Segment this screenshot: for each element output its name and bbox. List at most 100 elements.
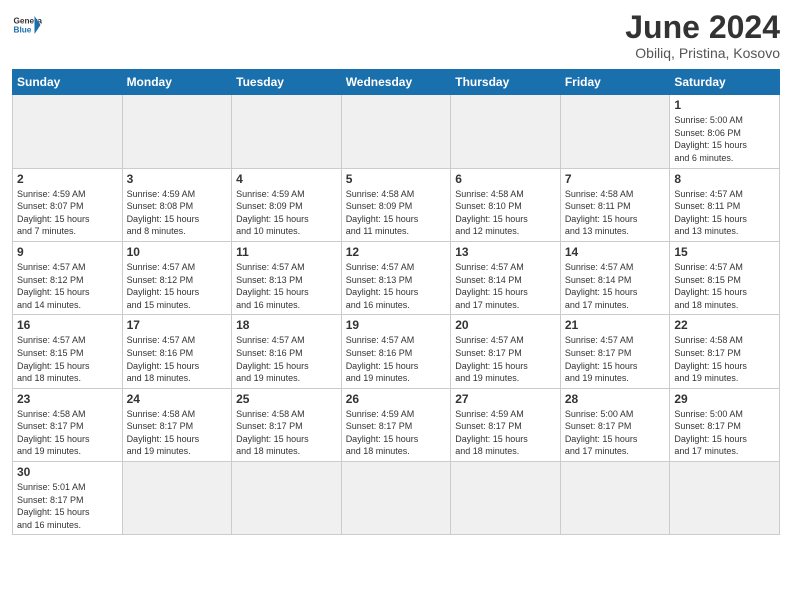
- day-number: 4: [236, 172, 337, 186]
- day-number: 13: [455, 245, 556, 259]
- day-info: Sunrise: 4:59 AM Sunset: 8:08 PM Dayligh…: [127, 188, 228, 238]
- calendar-cell: 12 Sunrise: 4:57 AM Sunset: 8:13 PM Dayli…: [341, 241, 451, 314]
- day-number: 18: [236, 318, 337, 332]
- calendar-cell: 10 Sunrise: 4:57 AM Sunset: 8:12 PM Dayli…: [122, 241, 232, 314]
- weekday-header-monday: Monday: [122, 70, 232, 95]
- weekday-header-thursday: Thursday: [451, 70, 561, 95]
- calendar-cell: 23 Sunrise: 4:58 AM Sunset: 8:17 PM Dayli…: [13, 388, 123, 461]
- weekday-header-saturday: Saturday: [670, 70, 780, 95]
- day-number: 10: [127, 245, 228, 259]
- day-number: 19: [346, 318, 447, 332]
- day-info: Sunrise: 4:59 AM Sunset: 8:07 PM Dayligh…: [17, 188, 118, 238]
- day-number: 27: [455, 392, 556, 406]
- day-number: 15: [674, 245, 775, 259]
- week-row-2: 2 Sunrise: 4:59 AM Sunset: 8:07 PM Daylig…: [13, 168, 780, 241]
- calendar-cell: [451, 462, 561, 535]
- calendar-cell: 21 Sunrise: 4:57 AM Sunset: 8:17 PM Dayli…: [560, 315, 670, 388]
- day-info: Sunrise: 4:57 AM Sunset: 8:14 PM Dayligh…: [565, 261, 666, 311]
- calendar-cell: [451, 95, 561, 168]
- day-number: 30: [17, 465, 118, 479]
- calendar-cell: 29Sunrise: 5:00 AM Sunset: 8:17 PM Dayli…: [670, 388, 780, 461]
- day-info: Sunrise: 4:57 AM Sunset: 8:11 PM Dayligh…: [674, 188, 775, 238]
- calendar-cell: [232, 95, 342, 168]
- day-number: 21: [565, 318, 666, 332]
- day-info: Sunrise: 4:57 AM Sunset: 8:12 PM Dayligh…: [127, 261, 228, 311]
- day-number: 25: [236, 392, 337, 406]
- svg-text:Blue: Blue: [14, 26, 32, 35]
- day-number: 5: [346, 172, 447, 186]
- day-info: Sunrise: 4:58 AM Sunset: 8:17 PM Dayligh…: [17, 408, 118, 458]
- week-row-1: 1 Sunrise: 5:00 AM Sunset: 8:06 PM Daylig…: [13, 95, 780, 168]
- week-row-5: 23 Sunrise: 4:58 AM Sunset: 8:17 PM Dayli…: [13, 388, 780, 461]
- day-number: 7: [565, 172, 666, 186]
- calendar-cell: 27 Sunrise: 4:59 AM Sunset: 8:17 PM Dayli…: [451, 388, 561, 461]
- day-info: Sunrise: 4:57 AM Sunset: 8:12 PM Dayligh…: [17, 261, 118, 311]
- day-number: 28: [565, 392, 666, 406]
- day-info: Sunrise: 4:57 AM Sunset: 8:17 PM Dayligh…: [565, 334, 666, 384]
- calendar-cell: [122, 95, 232, 168]
- calendar-title: June 2024: [625, 10, 780, 45]
- day-number: 14: [565, 245, 666, 259]
- page-header: General Blue June 2024 Obiliq, Pristina,…: [12, 10, 780, 61]
- day-info: Sunrise: 4:57 AM Sunset: 8:16 PM Dayligh…: [127, 334, 228, 384]
- calendar-cell: [232, 462, 342, 535]
- calendar-cell: 6Sunrise: 4:58 AM Sunset: 8:10 PM Daylig…: [451, 168, 561, 241]
- day-info: Sunrise: 4:58 AM Sunset: 8:17 PM Dayligh…: [674, 334, 775, 384]
- day-info: Sunrise: 4:59 AM Sunset: 8:09 PM Dayligh…: [236, 188, 337, 238]
- calendar-cell: [341, 462, 451, 535]
- day-info: Sunrise: 4:59 AM Sunset: 8:17 PM Dayligh…: [455, 408, 556, 458]
- day-info: Sunrise: 5:01 AM Sunset: 8:17 PM Dayligh…: [17, 481, 118, 531]
- calendar-cell: 28 Sunrise: 5:00 AM Sunset: 8:17 PM Dayli…: [560, 388, 670, 461]
- calendar-cell: 11Sunrise: 4:57 AM Sunset: 8:13 PM Dayli…: [232, 241, 342, 314]
- logo-icon: General Blue: [12, 10, 42, 40]
- calendar-cell: 9 Sunrise: 4:57 AM Sunset: 8:12 PM Daylig…: [13, 241, 123, 314]
- calendar-subtitle: Obiliq, Pristina, Kosovo: [625, 45, 780, 61]
- day-number: 9: [17, 245, 118, 259]
- day-number: 2: [17, 172, 118, 186]
- weekday-header-wednesday: Wednesday: [341, 70, 451, 95]
- day-number: 29: [674, 392, 775, 406]
- day-number: 16: [17, 318, 118, 332]
- day-info: Sunrise: 4:58 AM Sunset: 8:17 PM Dayligh…: [236, 408, 337, 458]
- calendar-cell: [341, 95, 451, 168]
- day-info: Sunrise: 4:57 AM Sunset: 8:16 PM Dayligh…: [346, 334, 447, 384]
- day-info: Sunrise: 4:57 AM Sunset: 8:15 PM Dayligh…: [674, 261, 775, 311]
- calendar-cell: 7Sunrise: 4:58 AM Sunset: 8:11 PM Daylig…: [560, 168, 670, 241]
- day-number: 23: [17, 392, 118, 406]
- week-row-3: 9 Sunrise: 4:57 AM Sunset: 8:12 PM Daylig…: [13, 241, 780, 314]
- title-block: June 2024 Obiliq, Pristina, Kosovo: [625, 10, 780, 61]
- calendar-cell: 4 Sunrise: 4:59 AM Sunset: 8:09 PM Daylig…: [232, 168, 342, 241]
- calendar-cell: 25 Sunrise: 4:58 AM Sunset: 8:17 PM Dayli…: [232, 388, 342, 461]
- day-info: Sunrise: 4:57 AM Sunset: 8:16 PM Dayligh…: [236, 334, 337, 384]
- day-info: Sunrise: 5:00 AM Sunset: 8:17 PM Dayligh…: [565, 408, 666, 458]
- calendar-cell: 15 Sunrise: 4:57 AM Sunset: 8:15 PM Dayli…: [670, 241, 780, 314]
- day-info: Sunrise: 4:59 AM Sunset: 8:17 PM Dayligh…: [346, 408, 447, 458]
- calendar-cell: [122, 462, 232, 535]
- week-row-6: 30 Sunrise: 5:01 AM Sunset: 8:17 PM Dayli…: [13, 462, 780, 535]
- weekday-header-sunday: Sunday: [13, 70, 123, 95]
- day-info: Sunrise: 4:58 AM Sunset: 8:09 PM Dayligh…: [346, 188, 447, 238]
- day-info: Sunrise: 4:57 AM Sunset: 8:17 PM Dayligh…: [455, 334, 556, 384]
- calendar-cell: 24Sunrise: 4:58 AM Sunset: 8:17 PM Dayli…: [122, 388, 232, 461]
- weekday-header-tuesday: Tuesday: [232, 70, 342, 95]
- day-number: 17: [127, 318, 228, 332]
- day-info: Sunrise: 4:57 AM Sunset: 8:13 PM Dayligh…: [346, 261, 447, 311]
- day-info: Sunrise: 4:58 AM Sunset: 8:17 PM Dayligh…: [127, 408, 228, 458]
- calendar-cell: 20Sunrise: 4:57 AM Sunset: 8:17 PM Dayli…: [451, 315, 561, 388]
- calendar-cell: [560, 462, 670, 535]
- calendar-cell: 1 Sunrise: 5:00 AM Sunset: 8:06 PM Daylig…: [670, 95, 780, 168]
- day-number: 12: [346, 245, 447, 259]
- calendar-cell: [560, 95, 670, 168]
- day-number: 1: [674, 98, 775, 112]
- calendar-cell: 30 Sunrise: 5:01 AM Sunset: 8:17 PM Dayli…: [13, 462, 123, 535]
- day-info: Sunrise: 5:00 AM Sunset: 8:06 PM Dayligh…: [674, 114, 775, 164]
- day-number: 8: [674, 172, 775, 186]
- calendar-cell: 22 Sunrise: 4:58 AM Sunset: 8:17 PM Dayli…: [670, 315, 780, 388]
- day-number: 22: [674, 318, 775, 332]
- calendar-cell: 2 Sunrise: 4:59 AM Sunset: 8:07 PM Daylig…: [13, 168, 123, 241]
- calendar-table: SundayMondayTuesdayWednesdayThursdayFrid…: [12, 69, 780, 535]
- day-number: 26: [346, 392, 447, 406]
- calendar-cell: [13, 95, 123, 168]
- calendar-cell: 18 Sunrise: 4:57 AM Sunset: 8:16 PM Dayli…: [232, 315, 342, 388]
- day-info: Sunrise: 4:57 AM Sunset: 8:14 PM Dayligh…: [455, 261, 556, 311]
